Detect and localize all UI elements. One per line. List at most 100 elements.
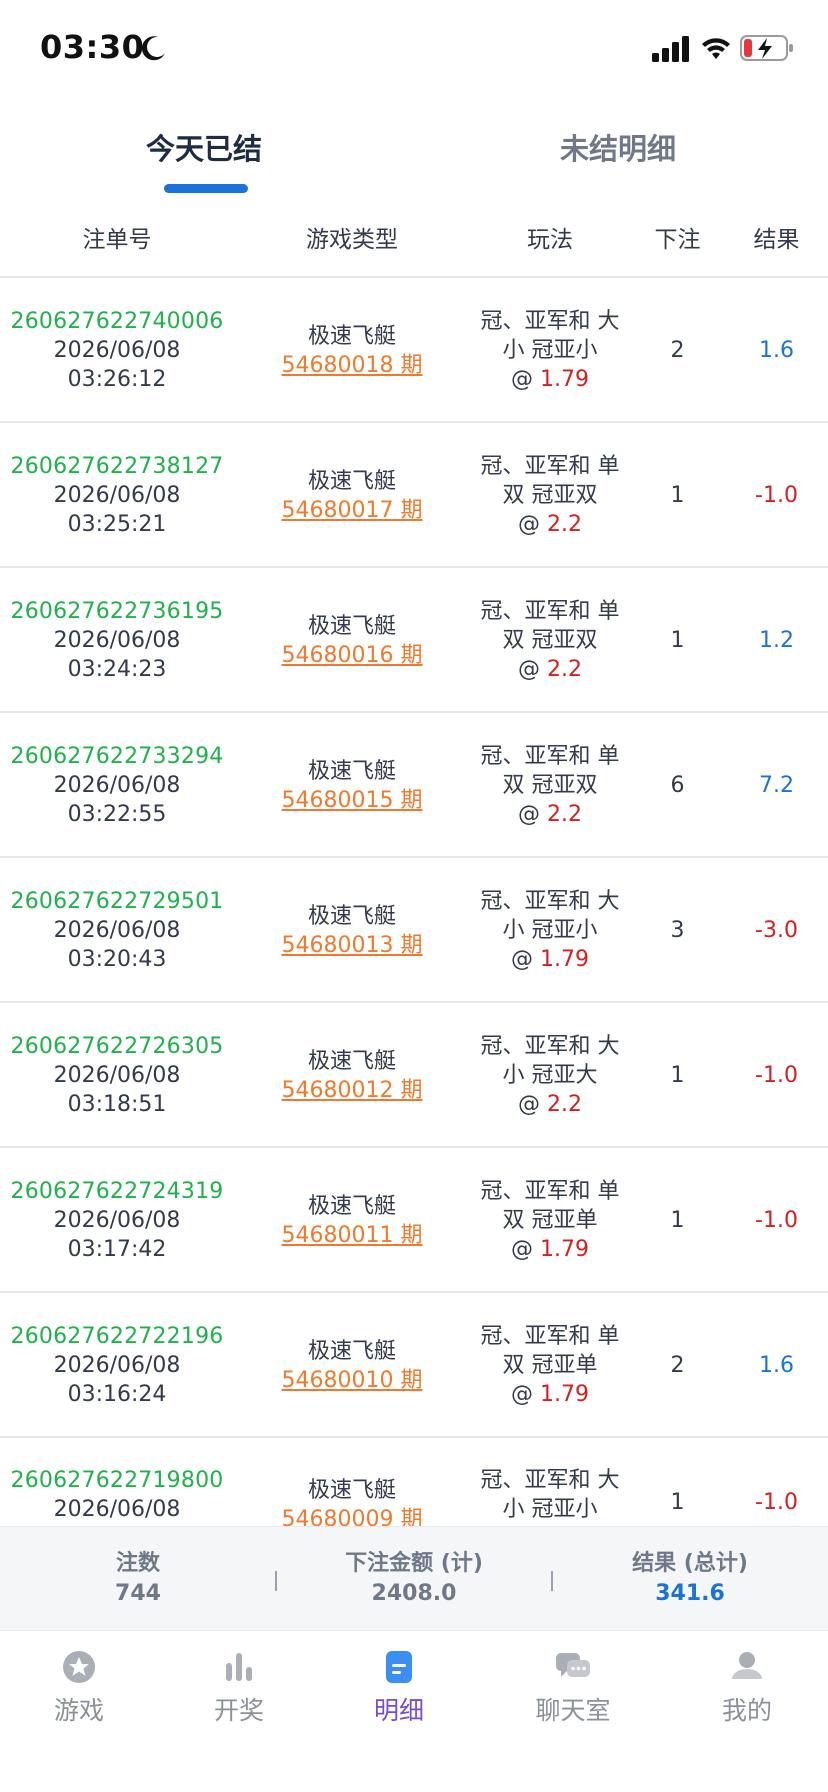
table-row[interactable]: 260627622729501 2026/06/08 03:20:43 极速飞艇… xyxy=(0,858,828,1003)
order-time: 03:24:23 xyxy=(67,657,167,682)
order-time: 03:17:42 xyxy=(67,1237,167,1262)
table-row[interactable]: 260627622733294 2026/06/08 03:22:55 极速飞艇… xyxy=(0,713,828,858)
status-bar: 03:30 xyxy=(0,0,828,100)
document-icon xyxy=(386,1651,412,1683)
odds-line: @ 2.2 xyxy=(518,512,582,537)
table-row[interactable]: 260627622726305 2026/06/08 03:18:51 极速飞艇… xyxy=(0,1003,828,1148)
period-link[interactable]: 54680013 期 xyxy=(282,931,423,960)
column-header-order-no: 注单号 xyxy=(82,227,152,253)
play-line-2: 小 冠亚大 xyxy=(502,1063,598,1088)
result-cell: -1.0 xyxy=(725,423,828,568)
bet-amount: 6 xyxy=(670,773,685,798)
period-link[interactable]: 54680017 期 xyxy=(282,496,423,525)
order-cell: 260627622738127 2026/06/08 03:25:21 xyxy=(0,423,234,568)
bet-cell: 1 xyxy=(630,1003,725,1148)
bet-list[interactable]: 260627622740006 2026/06/08 03:26:12 极速飞艇… xyxy=(0,278,828,1526)
odds-line: @ 2.2 xyxy=(518,1092,582,1117)
period-link[interactable]: 54680018 期 xyxy=(282,351,423,380)
nav-item-chat-room[interactable]: 聊天室 xyxy=(513,1647,633,1727)
odds-line: @ 2.2 xyxy=(518,802,582,827)
game-cell: 极速飞艇 54680015 期 xyxy=(234,713,470,858)
result-value: -1.0 xyxy=(755,483,798,508)
play-cell: 冠、亚军和 大 小 冠亚大 @ 2.2 xyxy=(470,1003,630,1148)
nav-label: 我的 xyxy=(721,1696,772,1725)
order-time: 03:16:24 xyxy=(67,1382,167,1407)
column-header-bet: 下注 xyxy=(654,227,701,253)
order-number: 260627622724319 xyxy=(10,1179,224,1204)
order-number: 260627622736195 xyxy=(10,599,224,624)
order-date: 2026/06/08 xyxy=(53,338,181,363)
order-number: 260627622729501 xyxy=(10,889,224,914)
tab-unsettled-details[interactable]: 未结明细 xyxy=(560,126,676,168)
order-date: 2026/06/08 xyxy=(53,1497,181,1522)
battery-charging-icon xyxy=(740,35,793,61)
result-value: -3.0 xyxy=(755,918,798,943)
play-line-1: 冠、亚军和 单 xyxy=(480,454,620,479)
nav-item-me[interactable]: 我的 xyxy=(687,1647,807,1727)
order-date: 2026/06/08 xyxy=(53,1208,181,1233)
play-line-2: 小 冠亚小 xyxy=(502,918,598,943)
bet-amount: 1 xyxy=(670,1490,685,1515)
period-link[interactable]: 54680015 期 xyxy=(282,786,423,815)
column-header-play: 玩法 xyxy=(527,227,573,253)
summary-bar: 注数 744 下注金额 (计) 2408.0 结果 (总计) 341.6 xyxy=(0,1526,828,1630)
nav-item-games[interactable]: 游戏 xyxy=(19,1647,139,1727)
result-value: 1.6 xyxy=(759,1353,794,1378)
period-link[interactable]: 54680009 期 xyxy=(282,1505,423,1526)
table-row[interactable]: 260627622736195 2026/06/08 03:24:23 极速飞艇… xyxy=(0,568,828,713)
bet-amount: 2 xyxy=(670,338,685,363)
play-line-2: 双 冠亚双 xyxy=(502,628,598,653)
table-header: 注单号 游戏类型 玩法 下注 结果 xyxy=(0,208,828,278)
game-name: 极速飞艇 xyxy=(307,323,396,349)
order-date: 2026/06/08 xyxy=(53,1063,181,1088)
play-line-1: 冠、亚军和 大 xyxy=(480,889,620,914)
table-row[interactable]: 260627622719800 2026/06/08 极速飞艇 54680009… xyxy=(0,1438,828,1526)
bet-amount: 3 xyxy=(670,918,685,943)
odds-value: 2.2 xyxy=(547,1092,582,1117)
result-cell: 1.2 xyxy=(725,568,828,713)
odds-value: 2.2 xyxy=(547,657,582,682)
table-row[interactable]: 260627622724319 2026/06/08 03:17:42 极速飞艇… xyxy=(0,1148,828,1293)
order-cell: 260627622740006 2026/06/08 03:26:12 xyxy=(0,278,234,423)
nav-item-details[interactable]: 明细 xyxy=(339,1647,459,1727)
table-row[interactable]: 260627622740006 2026/06/08 03:26:12 极速飞艇… xyxy=(0,278,828,423)
bet-cell: 1 xyxy=(630,423,725,568)
nav-label: 游戏 xyxy=(53,1696,104,1725)
odds-value: 1.79 xyxy=(540,367,589,392)
play-line-2: 双 冠亚双 xyxy=(502,773,598,798)
table-row[interactable]: 260627622738127 2026/06/08 03:25:21 极速飞艇… xyxy=(0,423,828,568)
order-number: 260627622740006 xyxy=(10,309,224,334)
nav-item-lottery-results[interactable]: 开奖 xyxy=(179,1647,299,1727)
period-link[interactable]: 54680016 期 xyxy=(282,641,423,670)
play-cell: 冠、亚军和 单 双 冠亚单 @ 1.79 xyxy=(470,1148,630,1293)
tab-settled-today[interactable]: 今天已结 xyxy=(146,126,262,168)
table-row[interactable]: 260627622722196 2026/06/08 03:16:24 极速飞艇… xyxy=(0,1293,828,1438)
summary-amount: 下注金额 (计) 2408.0 xyxy=(276,1527,552,1631)
odds-line: @ 1.79 xyxy=(511,1382,589,1407)
period-link[interactable]: 54680010 期 xyxy=(282,1366,423,1395)
result-value: 1.2 xyxy=(759,628,794,653)
play-line-2: 小 冠亚小 xyxy=(502,1497,598,1522)
bet-cell: 1 xyxy=(630,568,725,713)
play-line-1: 冠、亚军和 单 xyxy=(480,599,620,624)
odds-line: @ 1.79 xyxy=(511,1237,589,1262)
order-number: 260627622738127 xyxy=(10,454,224,479)
period-link[interactable]: 54680012 期 xyxy=(282,1076,423,1105)
result-value: 1.6 xyxy=(759,338,794,363)
bottom-nav: 游戏 开奖 明细 聊天室 我的 xyxy=(0,1630,828,1792)
game-name: 极速飞艇 xyxy=(307,758,396,784)
order-number: 260627622726305 xyxy=(10,1034,224,1059)
nav-label: 明细 xyxy=(373,1696,424,1725)
column-header-game-type: 游戏类型 xyxy=(306,227,398,253)
bet-amount: 1 xyxy=(670,1063,685,1088)
game-name: 极速飞艇 xyxy=(307,1478,396,1503)
odds-value: 2.2 xyxy=(547,802,582,827)
order-cell: 260627622722196 2026/06/08 03:16:24 xyxy=(0,1293,234,1438)
bet-cell: 3 xyxy=(630,858,725,1003)
nav-label: 聊天室 xyxy=(535,1696,611,1725)
period-link[interactable]: 54680011 期 xyxy=(282,1221,423,1250)
odds-line: @ 1.79 xyxy=(511,367,589,392)
play-line-2: 双 冠亚双 xyxy=(502,483,598,508)
result-value: -1.0 xyxy=(755,1490,798,1515)
game-name: 极速飞艇 xyxy=(307,613,396,639)
